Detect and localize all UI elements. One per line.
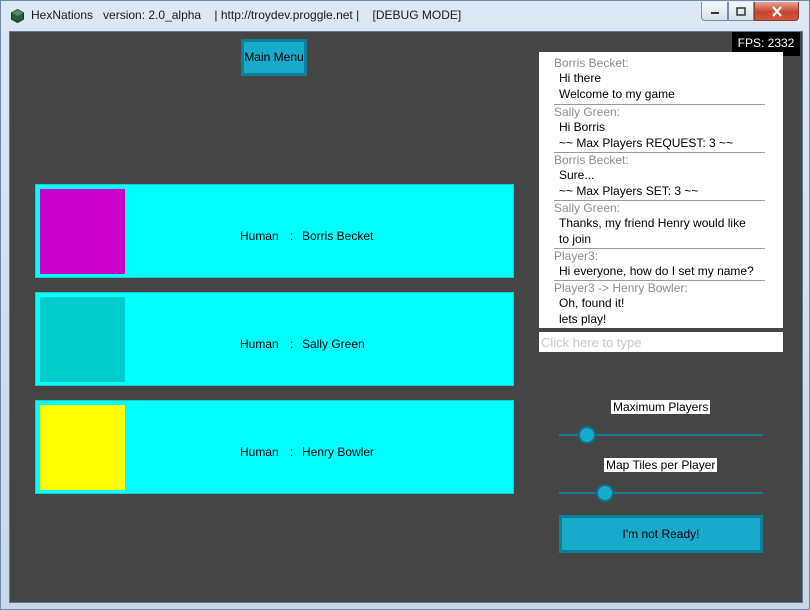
chat-line: Thanks, my friend Henry would like [559, 216, 746, 230]
chat-line: ~~ Max Players SET: 3 ~~ [559, 184, 699, 198]
maximize-icon [736, 6, 746, 16]
chat-sender: Sally Green: [554, 201, 621, 215]
player-slot[interactable]: Human : Sally Green [35, 292, 514, 386]
max-players-label: Maximum Players [611, 400, 711, 414]
player-type: Human [240, 337, 279, 351]
player-name: Borris Becket [302, 229, 374, 243]
close-icon [771, 5, 782, 17]
chat-line: to join [559, 232, 592, 246]
chat-message: Borris Becket: Hi there Welcome to my ga… [554, 54, 765, 105]
main-menu-button[interactable]: Main Menu [241, 39, 307, 76]
chat-line: Sure... [559, 168, 595, 182]
slider-thumb[interactable] [596, 484, 614, 502]
player-slot[interactable]: Human : Borris Becket [35, 184, 514, 278]
max-players-slider[interactable] [559, 425, 763, 445]
separator: : [290, 445, 294, 459]
ready-toggle-button[interactable]: I'm not Ready! [559, 515, 763, 553]
chat-sender: Borris Becket: [554, 153, 629, 167]
slider-track [559, 492, 763, 494]
chat-message: Player3 -> Henry Bowler: Oh, found it! l… [554, 281, 765, 328]
player-color-swatch[interactable] [40, 297, 125, 382]
separator: : [290, 337, 294, 351]
player-color-swatch[interactable] [40, 405, 125, 490]
chat-message: Player3: Hi everyone, how do I set my na… [554, 249, 765, 281]
player-slot[interactable]: Human : Henry Bowler [35, 400, 514, 494]
chat-line: Welcome to my game [559, 87, 675, 101]
title-bar[interactable]: HexNations version: 2.0_alpha | http://t… [1, 1, 809, 31]
slider-thumb[interactable] [578, 426, 596, 444]
maximize-button[interactable] [728, 2, 754, 21]
close-button[interactable] [754, 2, 799, 21]
hexagon-app-icon [11, 9, 24, 23]
chat-line: Oh, found it! [559, 296, 625, 310]
window-title: HexNations version: 2.0_alpha | http://t… [31, 8, 462, 22]
chat-sender: Player3: [554, 249, 599, 263]
player-name: Henry Bowler [302, 445, 375, 459]
chat-sender: Player3 -> Henry Bowler: [554, 281, 688, 295]
chat-message: Borris Becket: Sure... ~~ Max Players SE… [554, 153, 765, 201]
chat-line: lets play! [559, 312, 607, 326]
chat-sender: Borris Becket: [554, 56, 629, 70]
player-name: Sally Green [302, 337, 365, 351]
chat-message: Sally Green: Hi Borris ~~ Max Players RE… [554, 105, 765, 153]
chat-line: Hi everyone, how do I set my name? [559, 264, 754, 278]
chat-line: Hi Borris [559, 120, 606, 134]
separator: : [290, 229, 294, 243]
chat-line: ~~ Max Players REQUEST: 3 ~~ [559, 136, 734, 150]
chat-sender: Sally Green: [554, 105, 621, 119]
player-type: Human [240, 229, 279, 243]
app-window: HexNations version: 2.0_alpha | http://t… [0, 0, 810, 610]
chat-log[interactable]: Borris Becket: Hi there Welcome to my ga… [539, 52, 783, 328]
minimize-icon [710, 12, 719, 14]
game-lobby: FPS: 2332 Main Menu Human : Borris Becke… [9, 31, 803, 603]
map-tiles-slider[interactable] [559, 483, 763, 503]
chat-input[interactable] [539, 332, 783, 352]
map-tiles-label: Map Tiles per Player [604, 458, 718, 472]
player-type: Human [240, 445, 279, 459]
chat-message: Sally Green: Thanks, my friend Henry wou… [554, 201, 765, 249]
minimize-button[interactable] [701, 2, 728, 21]
chat-line: Hi there [559, 71, 602, 85]
player-color-swatch[interactable] [40, 189, 125, 274]
